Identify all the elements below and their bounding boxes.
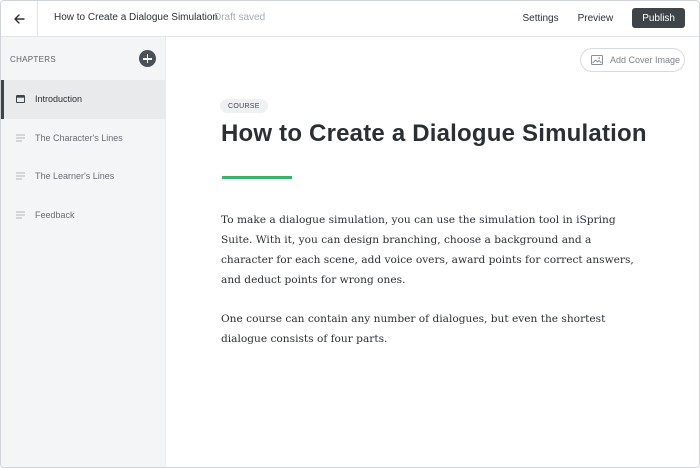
document-title: How to Create a Dialogue Simulation: [54, 12, 218, 23]
chapter-label: The Learner's Lines: [35, 171, 115, 182]
chapter-item-characters-lines[interactable]: The Character's Lines: [1, 119, 165, 158]
chapter-label: Introduction: [35, 94, 83, 105]
app-window: How to Create a Dialogue Simulation Draf…: [0, 0, 700, 468]
chapter-label: Feedback: [35, 209, 75, 220]
chapters-heading: CHAPTERS: [10, 55, 56, 64]
save-status: Draft saved: [214, 12, 266, 23]
paragraph-intro[interactable]: To make a dialogue simulation, you can u…: [221, 210, 641, 290]
text-lines-icon: [16, 172, 25, 180]
title-divider: [222, 176, 292, 179]
chapter-page-icon: [16, 95, 25, 103]
arrow-left-icon: [13, 13, 25, 24]
publish-button[interactable]: Publish: [632, 8, 685, 28]
course-title[interactable]: How to Create a Dialogue Simulation: [221, 120, 647, 148]
top-bar: How to Create a Dialogue Simulation Draf…: [1, 1, 699, 37]
cover-button-label: Add Cover Image: [610, 55, 681, 65]
chapter-list: Introduction The Character's Lines The L…: [1, 80, 165, 234]
add-cover-image-button[interactable]: Add Cover Image: [580, 48, 685, 72]
text-lines-icon: [16, 134, 25, 141]
chapter-item-feedback[interactable]: Feedback: [1, 196, 165, 235]
chapter-item-introduction[interactable]: Introduction: [1, 80, 165, 119]
settings-button[interactable]: Settings: [522, 13, 558, 24]
add-chapter-button[interactable]: [139, 50, 156, 67]
editor-area: Add Cover Image COURSE How to Create a D…: [167, 37, 699, 467]
preview-button[interactable]: Preview: [578, 13, 614, 24]
paragraph-parts[interactable]: One course can contain any number of dia…: [221, 309, 641, 349]
chapter-label: The Character's Lines: [35, 132, 123, 143]
chapter-item-learners-lines[interactable]: The Learner's Lines: [1, 157, 165, 196]
course-badge: COURSE: [220, 99, 268, 113]
top-actions: Settings Preview Publish: [522, 8, 685, 28]
text-lines-icon: [16, 211, 25, 218]
image-icon: [591, 55, 603, 65]
back-button[interactable]: [1, 1, 38, 36]
chapters-sidebar: CHAPTERS Introduction The Character's Li…: [1, 37, 166, 467]
